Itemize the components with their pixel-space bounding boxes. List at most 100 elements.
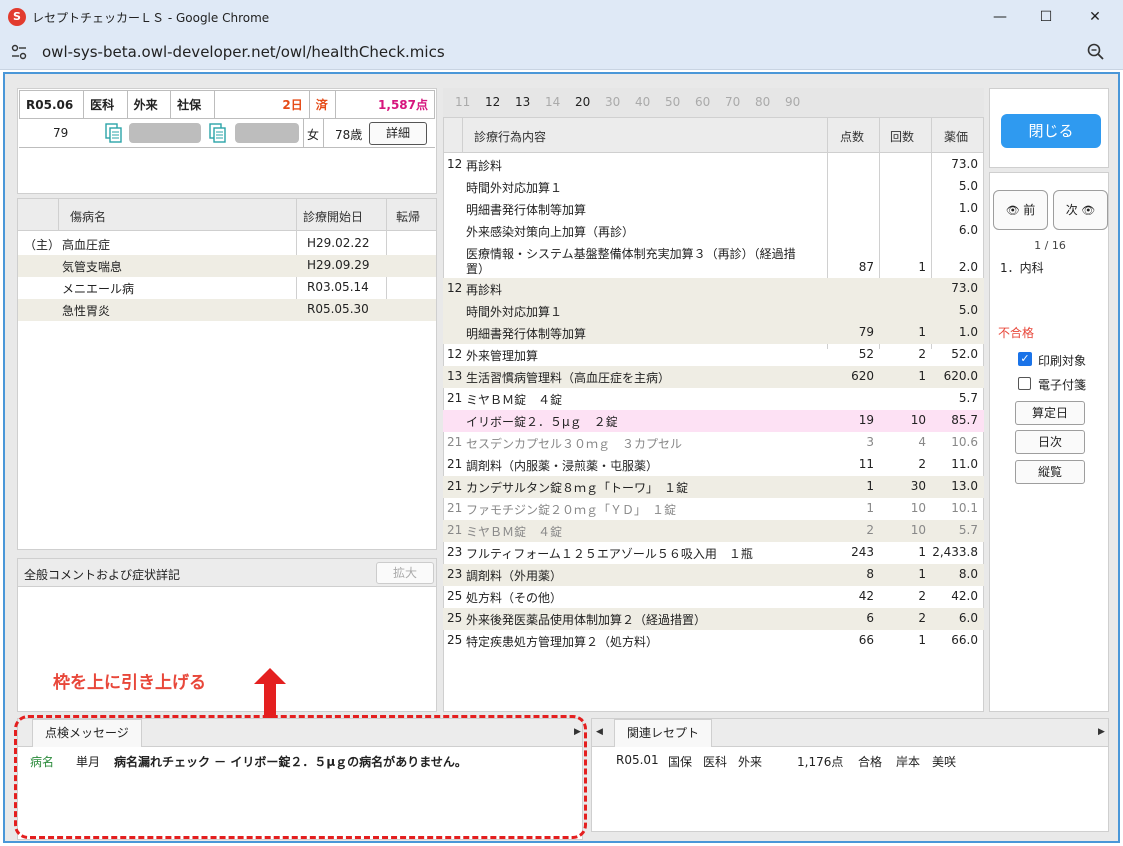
daily-button[interactable]: 日次 (1015, 430, 1085, 454)
tab-50[interactable]: 50 (665, 95, 680, 109)
treatment-price: 73.0 (951, 157, 978, 171)
treatment-price: 66.0 (951, 633, 978, 647)
treatment-code: 13 (447, 369, 463, 383)
tab-13[interactable]: 13 (515, 95, 530, 109)
related-row[interactable]: R05.01 国保 医科 外来 1,176点 合格 岸本 美咲 (592, 751, 1108, 771)
treatment-points: 52 (858, 347, 874, 361)
treatment-name: 調剤料（外用薬） (466, 569, 563, 583)
treatment-code: 25 (447, 589, 463, 603)
e-note-label: 電子付箋 (1038, 378, 1087, 392)
treatment-count: 2 (918, 457, 926, 471)
site-settings-icon[interactable] (10, 43, 28, 61)
treatment-row[interactable]: 25 処方料（その他） 42 2 42.0 (443, 586, 984, 608)
maximize-button[interactable]: ☐ (1023, 0, 1069, 34)
check-message-list: 病名 単月 病名漏れチェック － イリボー錠２．５μｇの病名がありません。 (18, 747, 582, 839)
tab-90[interactable]: 90 (785, 95, 800, 109)
treatment-row[interactable]: 21 ミヤＢＭ錠 ４錠 5.7 (443, 388, 984, 410)
tab-20[interactable]: 20 (575, 95, 590, 109)
minimize-button[interactable]: — (977, 0, 1023, 34)
treatment-row[interactable]: 25 特定疾患処方管理加算２（処方料） 66 1 66.0 (443, 630, 984, 652)
calc-date-button[interactable]: 算定日 (1015, 401, 1085, 425)
disease-row[interactable]: 急性胃炎 R05.05.30 (18, 299, 436, 321)
treatment-code: 21 (447, 479, 463, 493)
next-button[interactable]: 次 👁 (1053, 190, 1108, 230)
tab-14[interactable]: 14 (545, 95, 560, 109)
treatment-row[interactable]: 23 フルティフォーム１２５エアゾール５６吸入用 １瓶 243 1 2,433.8 (443, 542, 984, 564)
next-label: 次 (1065, 203, 1078, 217)
treatment-points: 620 (851, 369, 874, 383)
patient-header-panel: R05.06 医科 外来 社保 2日 済 1,587点 79 女 78歳 詳細 (17, 88, 437, 194)
treatment-code: 21 (447, 523, 463, 537)
tab-related-receipts[interactable]: 関連レセプト (614, 719, 713, 747)
treatment-row[interactable]: 12 外来管理加算 52 2 52.0 (443, 344, 984, 366)
disease-tag: （主） (24, 238, 61, 252)
treatment-name: 医療情報・システム基盤整備体制充実加算３（再診）（経過措 (466, 247, 796, 261)
expand-button[interactable]: 拡大 (376, 562, 434, 584)
treatment-name: ファモチジン錠２０ｍｇ「ＹＤ」 １錠 (466, 503, 677, 517)
treatment-row[interactable]: 外来感染対策向上加算（再診） 6.0 (443, 220, 984, 242)
masked-name (235, 123, 299, 143)
check-message-tabs: 点検メッセージ ▶ (18, 719, 582, 747)
treatment-count: 10 (910, 413, 926, 427)
disease-name: 急性胃炎 (62, 304, 111, 318)
treatment-row[interactable]: 時間外対応加算１ 5.0 (443, 300, 984, 322)
zoom-icon[interactable] (1086, 42, 1106, 62)
col-disease-name: 傷病名 (70, 210, 107, 224)
treatment-name: 明細書発行体制等加算 (466, 327, 587, 341)
tab-80[interactable]: 80 (755, 95, 770, 109)
e-note-checkbox[interactable] (1018, 377, 1031, 390)
tab-60[interactable]: 60 (695, 95, 710, 109)
message-row[interactable]: 病名 単月 病名漏れチェック － イリボー錠２．５μｇの病名がありません。 (18, 751, 582, 771)
copy-icon[interactable] (105, 123, 123, 143)
treatment-row[interactable]: 時間外対応加算１ 5.0 (443, 176, 984, 198)
print-checkbox[interactable]: ✓ (1018, 352, 1032, 366)
disease-row[interactable]: （主） 高血圧症 H29.02.22 (18, 233, 436, 255)
treatment-row[interactable]: 21 調剤料（内服薬・浸煎薬・屯服薬） 11 2 11.0 (443, 454, 984, 476)
close-panel: 閉じる (989, 88, 1109, 168)
treatment-row[interactable]: 25 外来後発医薬品使用体制加算２（経過措置） 6 2 6.0 (443, 608, 984, 630)
message-text: 病名漏れチェック － イリボー錠２．５μｇの病名がありません。 (114, 755, 467, 769)
treatment-count: 2 (918, 611, 926, 625)
tab-scroll-right-icon[interactable]: ▶ (574, 727, 581, 737)
tab-scroll-right-icon[interactable]: ▶ (1098, 727, 1105, 737)
treatment-row[interactable]: イリボー錠２．５μｇ ２錠 19 10 85.7 (443, 410, 984, 432)
treatment-code: 12 (447, 347, 463, 361)
url-text[interactable]: owl-sys-beta.owl-developer.net/owl/healt… (42, 43, 445, 61)
tab-check-messages[interactable]: 点検メッセージ (32, 719, 142, 747)
tab-30[interactable]: 30 (605, 95, 620, 109)
treatment-row[interactable]: 12 再診料 73.0 (443, 154, 984, 176)
col-outcome: 転帰 (396, 210, 421, 224)
treatment-points: 79 (858, 325, 874, 339)
close-button[interactable]: 閉じる (1001, 114, 1101, 148)
detail-button[interactable]: 詳細 (369, 122, 427, 145)
treatment-row[interactable]: 明細書発行体制等加算 1.0 (443, 198, 984, 220)
treatment-name-cont: 置） (466, 262, 491, 276)
treatment-row[interactable]: 明細書発行体制等加算 79 1 1.0 (443, 322, 984, 344)
divider (58, 199, 59, 231)
treatment-row[interactable]: 23 調剤料（外用薬） 8 1 8.0 (443, 564, 984, 586)
copy-icon-2[interactable] (209, 123, 227, 143)
tab-12[interactable]: 12 (485, 95, 500, 109)
dept-item[interactable]: 1．内科 (1000, 259, 1044, 276)
treatment-row[interactable]: 13 生活習慣病管理料（高血圧症を主病） 620 1 620.0 (443, 366, 984, 388)
tab-11[interactable]: 11 (455, 95, 470, 109)
tab-70[interactable]: 70 (725, 95, 740, 109)
treatment-row[interactable]: 21 カンデサルタン錠８ｍｇ「トーワ」 １錠 1 30 13.0 (443, 476, 984, 498)
tab-scroll-left-icon[interactable]: ◀ (596, 727, 603, 737)
treatment-row[interactable]: 医療情報・システム基盤整備体制充実加算３（再診）（経過措 置） 87 1 2.0 (443, 242, 984, 278)
treatment-code: 23 (447, 545, 463, 559)
treatment-row[interactable]: 12 再診料 73.0 (443, 278, 984, 300)
disease-row[interactable]: 気管支喘息 H29.09.29 (18, 255, 436, 277)
related-dept: 医科 (703, 755, 728, 769)
close-window-button[interactable]: ✕ (1072, 0, 1118, 34)
treatment-row[interactable]: 21 セスデンカプセル３０ｍｇ ３カプセル 3 4 10.6 (443, 432, 984, 454)
disease-row[interactable]: メニエール病 R03.05.14 (18, 277, 436, 299)
list-view-button[interactable]: 縦覧 (1015, 460, 1085, 484)
eye-left-icon: 👁 (1005, 204, 1024, 217)
treatment-code: 21 (447, 435, 463, 449)
treatment-row[interactable]: 21 ファモチジン錠２０ｍｇ「ＹＤ」 １錠 1 10 10.1 (443, 498, 984, 520)
treatment-count: 1 (918, 325, 926, 339)
prev-button[interactable]: 👁 前 (993, 190, 1048, 230)
tab-40[interactable]: 40 (635, 95, 650, 109)
treatment-row[interactable]: 21 ミヤＢＭ錠 ４錠 2 10 5.7 (443, 520, 984, 542)
